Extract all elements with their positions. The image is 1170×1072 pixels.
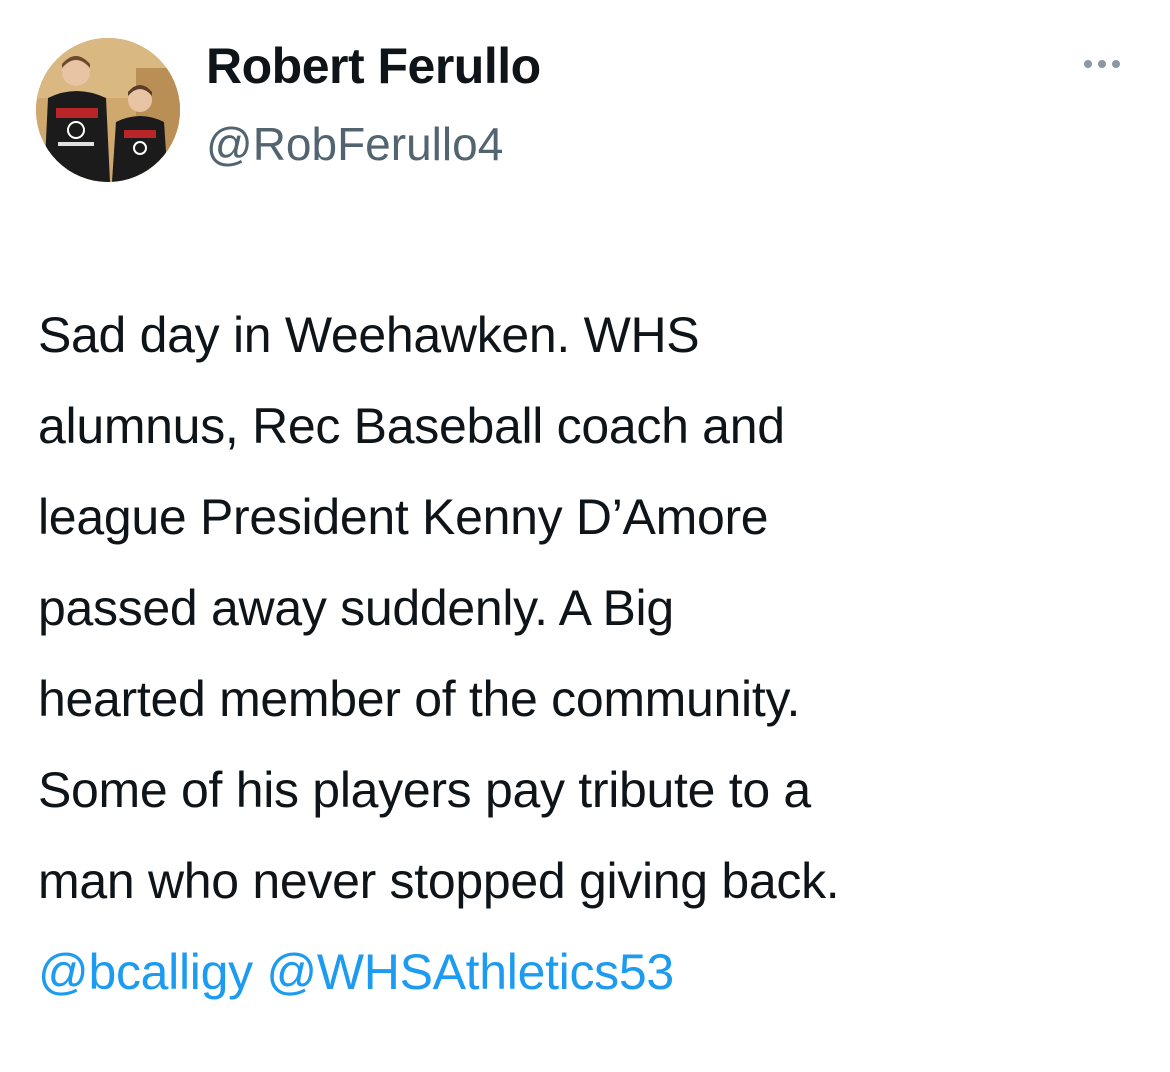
tweet-text: Sad day in Weehawken. WHS alumnus, Rec B…	[38, 290, 1138, 1018]
tweet-line: alumnus, Rec Baseball coach and	[38, 398, 785, 454]
profile-photo-icon	[36, 38, 180, 182]
mention-link-whsathletics53[interactable]: @WHSAthletics53	[266, 944, 674, 1000]
tweet-line: Sad day in Weehawken. WHS	[38, 307, 700, 363]
mentions-line: @bcalligy @WHSAthletics53	[38, 927, 1138, 1018]
mention-link-bcalligy[interactable]: @bcalligy	[38, 944, 253, 1000]
tweet-line: hearted member of the community.	[38, 671, 801, 727]
tweet-line: league President Kenny D’Amore	[38, 489, 769, 545]
tweet-line: passed away suddenly. A Big	[38, 580, 674, 636]
avatar[interactable]	[36, 38, 180, 182]
user-handle[interactable]: @RobFerullo4	[206, 116, 503, 172]
tweet-line: man who never stopped giving back.	[38, 853, 840, 909]
tweet-line: Some of his players pay tribute to a	[38, 762, 811, 818]
display-name[interactable]: Robert Ferullo	[206, 36, 541, 96]
more-horizontal-icon	[1084, 60, 1120, 68]
tweet-card: Robert Ferullo @RobFerullo4 Sad day in W…	[0, 0, 1170, 1072]
more-options-button[interactable]	[1080, 50, 1136, 78]
